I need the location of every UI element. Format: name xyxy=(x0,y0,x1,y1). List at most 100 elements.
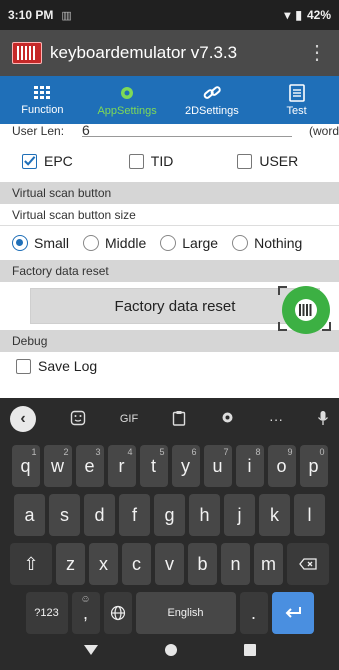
key-label: p xyxy=(308,455,319,476)
key-hint: 3 xyxy=(95,447,101,457)
check-icon xyxy=(22,153,37,169)
tab-bar: Function AppSettings 2DSettings Test xyxy=(0,76,339,124)
key-r[interactable]: r4 xyxy=(107,445,136,487)
microphone-icon[interactable] xyxy=(317,410,329,429)
notification-icon: ▥ xyxy=(61,9,72,22)
key-x[interactable]: x xyxy=(89,543,118,585)
radio-large[interactable]: Large xyxy=(160,235,218,251)
key-p[interactable]: p0 xyxy=(299,445,328,487)
key-hint: 4 xyxy=(127,447,133,457)
user-len-row: User Len: 6 (word xyxy=(0,124,339,140)
key-hint: 6 xyxy=(191,447,197,457)
gif-button[interactable]: GIF xyxy=(120,413,138,425)
app-logo-icon xyxy=(12,42,42,64)
key-g[interactable]: g xyxy=(154,494,185,536)
sticker-icon[interactable] xyxy=(70,410,86,429)
save-log-checkbox[interactable]: Save Log xyxy=(16,358,97,374)
key-s[interactable]: s xyxy=(49,494,80,536)
globe-key[interactable] xyxy=(103,592,132,634)
status-time: 3:10 PM xyxy=(8,8,54,22)
section-virtual-scan: Virtual scan button xyxy=(0,182,339,204)
key-q[interactable]: q1 xyxy=(11,445,40,487)
status-right: ▾ ▮ 42% xyxy=(284,8,331,22)
key-j[interactable]: j xyxy=(224,494,255,536)
tab-test[interactable]: Test xyxy=(254,76,339,124)
system-nav-bar xyxy=(0,634,339,670)
key-k[interactable]: k xyxy=(259,494,290,536)
key-t[interactable]: t5 xyxy=(139,445,168,487)
clipboard-icon[interactable] xyxy=(172,410,186,429)
key-b[interactable]: b xyxy=(188,543,217,585)
radio-small[interactable]: Small xyxy=(12,235,69,251)
nav-recents-icon[interactable] xyxy=(243,643,257,662)
key-label: e xyxy=(84,455,95,476)
key-l[interactable]: l xyxy=(294,494,325,536)
overflow-menu-icon[interactable]: ⋮ xyxy=(307,43,327,63)
key-f[interactable]: f xyxy=(119,494,150,536)
radio-middle[interactable]: Middle xyxy=(83,235,146,251)
user-len-input[interactable]: 6 xyxy=(82,124,293,137)
user-checkbox[interactable]: USER xyxy=(237,153,298,169)
comma-label: , xyxy=(82,602,88,623)
key-m[interactable]: m xyxy=(254,543,283,585)
key-v[interactable]: v xyxy=(155,543,184,585)
section-debug: Debug xyxy=(0,330,339,352)
space-key[interactable]: English xyxy=(135,592,236,634)
key-u[interactable]: u7 xyxy=(203,445,232,487)
key-o[interactable]: o9 xyxy=(267,445,296,487)
tab-label: AppSettings xyxy=(97,104,157,117)
key-n[interactable]: n xyxy=(221,543,250,585)
keyboard-row-2: asdfghjkl xyxy=(0,494,339,538)
key-d[interactable]: d xyxy=(84,494,115,536)
factory-reset-row: Factory data reset xyxy=(0,282,339,334)
emoji-hint-icon: ☺ xyxy=(80,594,91,605)
key-hint: 0 xyxy=(319,447,325,457)
tab-2dsettings[interactable]: 2DSettings xyxy=(170,76,255,124)
radio-label: Middle xyxy=(105,235,147,251)
comma-key[interactable]: ☺ , xyxy=(71,592,100,634)
key-h[interactable]: h xyxy=(189,494,220,536)
radio-circle xyxy=(160,235,177,251)
radio-label: Nothing xyxy=(254,235,303,251)
radio-label: Large xyxy=(182,235,219,251)
key-label: w xyxy=(51,455,64,476)
key-w[interactable]: w2 xyxy=(43,445,72,487)
keyboard-row-4: ?123 ☺ , English . xyxy=(0,592,339,636)
tab-appsettings[interactable]: AppSettings xyxy=(85,76,170,124)
key-a[interactable]: a xyxy=(14,494,45,536)
back-arrow-icon[interactable]: ‹ xyxy=(10,406,36,432)
shift-key[interactable]: ⇧ xyxy=(10,543,52,585)
key-hint: 7 xyxy=(223,447,229,457)
keyboard-row-1: q1w2e3r4t5y6u7i8o9p0 xyxy=(0,445,339,489)
key-z[interactable]: z xyxy=(56,543,85,585)
tid-checkbox[interactable]: TID xyxy=(128,153,173,169)
key-hint: 5 xyxy=(159,447,165,457)
factory-reset-button[interactable]: Factory data reset xyxy=(30,288,320,324)
virtual-scan-size-label: Virtual scan button size xyxy=(0,204,339,226)
key-e[interactable]: e3 xyxy=(75,445,104,487)
epc-label: EPC xyxy=(44,153,73,169)
key-hint: 8 xyxy=(255,447,261,457)
nav-home-icon[interactable] xyxy=(164,643,178,662)
more-icon[interactable]: ··· xyxy=(269,411,283,427)
radio-nothing[interactable]: Nothing xyxy=(232,235,302,251)
battery-level: 42% xyxy=(306,8,331,22)
settings-icon[interactable] xyxy=(220,410,235,428)
key-hint: 1 xyxy=(31,447,37,457)
checkbox-box xyxy=(128,153,144,169)
symbols-key[interactable]: ?123 xyxy=(25,592,68,634)
barcode-icon xyxy=(295,299,317,321)
backspace-key[interactable] xyxy=(287,543,329,585)
settings-content: User Len: 6 (word EPC TID USER Virtual s… xyxy=(0,124,339,398)
epc-checkbox[interactable]: EPC xyxy=(22,153,73,169)
tab-function[interactable]: Function xyxy=(0,76,85,124)
key-y[interactable]: y6 xyxy=(171,445,200,487)
key-c[interactable]: c xyxy=(122,543,151,585)
key-label: r xyxy=(118,455,125,476)
app-title: keyboardemulator v7.3.3 xyxy=(50,43,238,62)
key-i[interactable]: i8 xyxy=(235,445,264,487)
grid-icon xyxy=(34,85,51,99)
nav-back-icon[interactable] xyxy=(83,643,99,661)
period-key[interactable]: . xyxy=(239,592,268,634)
enter-key[interactable] xyxy=(271,592,314,634)
